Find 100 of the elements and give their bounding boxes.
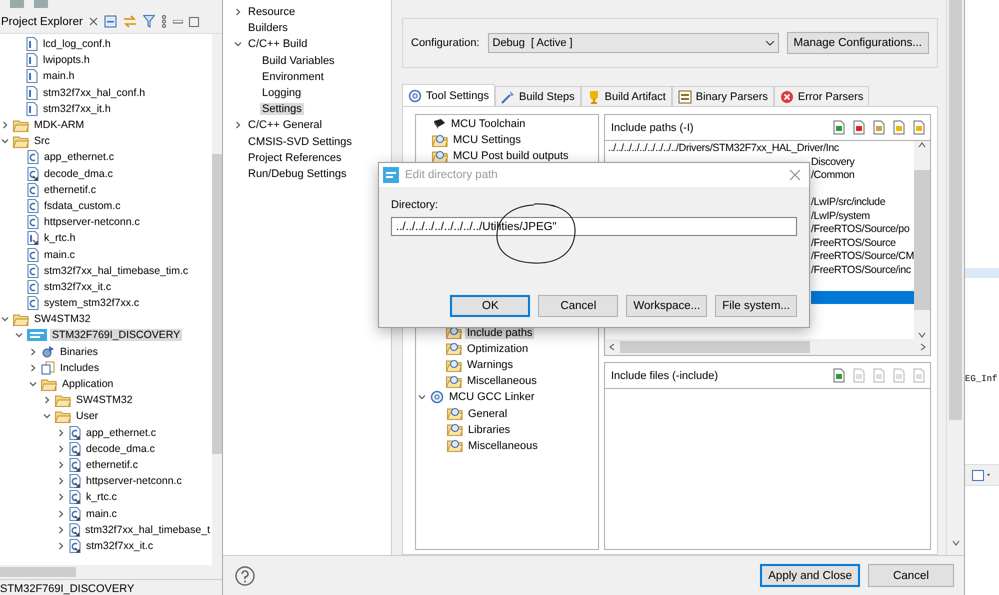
chevron-right-icon[interactable] xyxy=(57,542,65,550)
chevron-right-icon[interactable] xyxy=(1,121,9,130)
tree-item[interactable]: MCU Toolchain xyxy=(449,118,528,130)
tree-item[interactable]: app_ethernet.c xyxy=(84,426,158,439)
tree-item[interactable]: CMSIS-SVD Settings xyxy=(246,136,354,148)
chevron-right-icon[interactable] xyxy=(57,460,65,469)
chevron-right-icon[interactable] xyxy=(43,396,51,404)
tree-item[interactable]: Builders xyxy=(246,22,290,34)
scroll-down-icon[interactable] xyxy=(918,331,926,339)
tree-item[interactable]: Build Variables xyxy=(260,54,337,67)
tree-item[interactable]: SW4STM32 xyxy=(32,313,93,326)
list-item[interactable]: /LwIP/system xyxy=(811,210,914,223)
chevron-down-icon[interactable] xyxy=(1,137,9,146)
tab[interactable]: Build Steps xyxy=(494,86,581,106)
tree-item[interactable]: Warnings xyxy=(465,359,516,372)
manage-configurations-button[interactable]: Manage Configurations... xyxy=(786,32,929,54)
tree-item[interactable]: ethernetif.c xyxy=(42,184,98,196)
tree-item[interactable]: Optimization xyxy=(465,342,530,355)
tree-item[interactable]: lcd_log_conf.h xyxy=(41,38,113,50)
tree-item[interactable]: app_ethernet.c xyxy=(42,151,116,164)
tab[interactable]: Tool Settings xyxy=(402,84,495,106)
tree-item[interactable]: httpserver-netconn.c xyxy=(84,475,184,488)
tree-item[interactable]: Resource xyxy=(246,6,298,18)
scrollbar[interactable] xyxy=(212,34,222,565)
tree-item[interactable]: stm32f7xx_hal_timebase_t xyxy=(83,524,212,536)
tree-item[interactable]: stm32f7xx_it.c xyxy=(42,280,114,293)
list-item[interactable]: Discovery xyxy=(811,156,914,169)
chevron-right-icon[interactable] xyxy=(234,121,242,130)
tab[interactable]: Binary Parsers xyxy=(672,86,774,106)
chevron-down-icon[interactable] xyxy=(1,315,9,324)
tree-item[interactable]: C/C++ Build xyxy=(246,38,310,50)
collapse-all-icon[interactable] xyxy=(104,15,117,28)
scroll-down-icon[interactable] xyxy=(952,539,960,547)
minimize-icon[interactable] xyxy=(172,20,183,24)
dialog-button[interactable]: OK xyxy=(450,295,530,317)
view-title[interactable]: Project Explorer xyxy=(1,16,83,28)
tree-item[interactable]: decode_dma.c xyxy=(42,168,115,180)
tree-item[interactable]: General xyxy=(466,408,510,420)
tree-item[interactable]: Libraries xyxy=(466,424,512,436)
tree-item[interactable]: Application xyxy=(60,378,116,390)
tab[interactable]: Build Artifact xyxy=(580,86,672,106)
tree-item[interactable]: Miscellaneous xyxy=(465,375,539,388)
close-icon[interactable] xyxy=(789,169,801,181)
tree-item[interactable]: C/C++ General xyxy=(246,119,324,132)
maximize-icon[interactable] xyxy=(188,16,199,26)
dialog-button[interactable]: Workspace... xyxy=(626,295,708,317)
chevron-right-icon[interactable] xyxy=(29,348,37,356)
tree-item[interactable]: Logging xyxy=(260,87,304,100)
list-item[interactable] xyxy=(811,290,914,304)
dialog-button[interactable]: Cancel xyxy=(868,564,954,587)
tree-item[interactable]: Src xyxy=(32,135,52,148)
tree-item[interactable]: SW4STM32 xyxy=(74,394,135,406)
tree-item[interactable]: Includes xyxy=(58,362,102,374)
chevron-right-icon[interactable] xyxy=(57,444,65,453)
tab[interactable]: Error Parsers xyxy=(774,86,870,106)
tree-item[interactable]: httpserver-netconn.c xyxy=(42,216,142,228)
tree-item[interactable]: system_stm32f7xx.c xyxy=(42,297,142,310)
tree-item[interactable]: stm32f7xx_it.c xyxy=(84,540,156,552)
chevron-right-icon[interactable] xyxy=(57,428,65,437)
tree-item[interactable]: stm32f7xx_hal_timebase_tim.c xyxy=(42,264,190,277)
dialog-button[interactable]: Cancel xyxy=(538,295,618,317)
tree-item[interactable]: stm32f7xx_hal_conf.h xyxy=(41,86,148,99)
chevron-right-icon[interactable] xyxy=(57,493,65,502)
tree-item[interactable]: main.c xyxy=(42,248,77,261)
tree-item[interactable]: Miscellaneous xyxy=(466,440,540,452)
scrollbar[interactable] xyxy=(946,0,964,555)
add-icon[interactable] xyxy=(832,368,846,383)
tree-item[interactable]: Settings xyxy=(260,103,304,116)
list-item[interactable]: ../../../../../../../../../Drivers/STM32F7xx_HAL_Driver/Inc xyxy=(608,142,914,156)
chevron-down-icon[interactable] xyxy=(43,412,51,420)
chevron-down-icon[interactable] xyxy=(418,393,426,402)
delete-icon[interactable] xyxy=(852,120,866,135)
add-icon[interactable] xyxy=(832,120,846,135)
chevron-right-icon[interactable] xyxy=(57,477,65,486)
tree-item[interactable]: ethernetif.c xyxy=(84,458,140,471)
tree-item[interactable]: fsdata_custom.c xyxy=(42,200,122,212)
scroll-up-icon[interactable] xyxy=(918,141,926,149)
configuration-select[interactable]: Debug [ Active ] xyxy=(488,33,778,53)
list-item[interactable]: /FreeRTOS/Source xyxy=(811,236,914,250)
tree-item[interactable]: k_rtc.c xyxy=(84,491,119,504)
tree-item[interactable]: MCU GCC Linker xyxy=(447,391,537,404)
chevron-right-icon[interactable] xyxy=(234,8,242,16)
list-item[interactable]: /Common xyxy=(811,169,914,182)
list-item[interactable]: /FreeRTOS/Source/po xyxy=(811,223,914,236)
tree-item[interactable]: MCU Settings xyxy=(451,134,523,146)
close-icon[interactable] xyxy=(88,17,98,26)
move-up-icon[interactable] xyxy=(892,120,906,135)
scroll-right-icon[interactable] xyxy=(919,343,927,351)
tree-item[interactable]: MCU Post build outputs xyxy=(451,150,571,162)
tree-item[interactable]: stm32f7xx_it.h xyxy=(41,102,113,115)
chevron-down-icon[interactable] xyxy=(234,40,242,48)
tree-item[interactable]: lwipopts.h xyxy=(41,54,92,66)
more-icon[interactable] xyxy=(160,15,167,28)
tree-item[interactable]: k_rtc.h xyxy=(42,232,78,244)
chevron-right-icon[interactable] xyxy=(29,364,37,372)
dialog-button[interactable]: Apply and Close xyxy=(760,564,860,587)
chevron-right-icon[interactable] xyxy=(56,526,65,534)
tree-item[interactable]: STM32F769I_DISCOVERY xyxy=(50,329,182,342)
list-item[interactable]: /LwIP/src/include xyxy=(811,196,914,210)
dialog-button[interactable]: File system... xyxy=(715,295,797,317)
